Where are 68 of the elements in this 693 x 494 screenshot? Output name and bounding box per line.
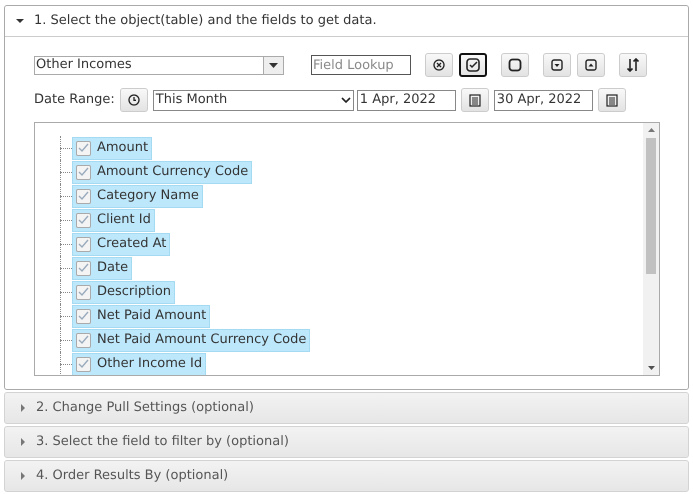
field-item[interactable]: Category Name	[72, 184, 203, 208]
field-checkbox[interactable]	[76, 332, 91, 348]
field-item[interactable]: Amount	[72, 136, 152, 160]
scroll-down-icon	[648, 366, 654, 370]
section-header[interactable]: 2. Change Pull Settings (optional)	[4, 392, 689, 424]
chevron-down-icon	[340, 97, 351, 103]
scroll-up-icon	[648, 128, 654, 132]
field-checkbox[interactable]	[76, 356, 91, 372]
field-checkbox[interactable]	[76, 236, 91, 252]
check-icon	[78, 359, 89, 369]
collapse-button[interactable]	[577, 53, 605, 77]
check-icon	[78, 191, 89, 201]
check-icon	[78, 239, 89, 249]
field-item[interactable]: Date	[72, 256, 132, 280]
caret-right-icon	[21, 438, 26, 446]
from-date-field[interactable]: 1 Apr, 2022	[356, 90, 456, 110]
field-item[interactable]: Amount Currency Code	[72, 160, 252, 184]
check-icon	[78, 311, 89, 321]
clock-icon	[128, 94, 140, 106]
square-icon	[508, 58, 522, 72]
deselect-all-button[interactable]	[501, 53, 529, 77]
section-header[interactable]: 3. Select the field to filter by (optional)	[4, 426, 689, 458]
sort-icon	[626, 58, 640, 72]
calendar-icon	[468, 94, 481, 106]
date-preset-select[interactable]: This Month	[152, 90, 354, 110]
check-icon	[78, 143, 89, 153]
object-select[interactable]: Other Incomes	[34, 56, 284, 74]
caret-down-icon	[269, 62, 278, 68]
calendar-icon	[606, 94, 618, 106]
to-calendar-button[interactable]	[598, 88, 626, 112]
expand-button[interactable]	[543, 53, 571, 77]
field-checkbox[interactable]	[76, 260, 91, 276]
check-icon	[78, 287, 89, 297]
field-checkbox[interactable]	[76, 308, 91, 324]
caret-down-icon	[16, 17, 24, 25]
select-all-button[interactable]	[459, 53, 487, 77]
field-item[interactable]: Client Id	[72, 208, 155, 232]
check-icon	[78, 167, 89, 177]
caret-down-icon	[551, 59, 563, 71]
field-checkbox[interactable]	[76, 212, 91, 228]
field-checkbox[interactable]	[76, 284, 91, 300]
check-icon	[78, 215, 89, 225]
field-checkbox[interactable]	[76, 164, 91, 180]
date-range-label: Date Range:	[34, 91, 115, 110]
section-header[interactable]: 1. Select the object(table) and the fields to get data.	[5, 6, 688, 37]
sort-button[interactable]	[619, 53, 647, 77]
field-item[interactable]: Description	[72, 280, 176, 304]
field-item[interactable]: Net Paid Amount	[72, 304, 210, 328]
field-item[interactable]: Net Paid Amount Currency Code	[72, 328, 310, 352]
scroll-thumb[interactable]	[646, 138, 656, 274]
caret-up-icon	[585, 59, 597, 71]
clear-icon	[433, 59, 445, 71]
dropdown-button[interactable]	[263, 56, 283, 74]
check-icon	[78, 263, 89, 273]
field-lookup-input[interactable]: Field Lookup	[311, 55, 411, 75]
field-checkbox[interactable]	[76, 188, 91, 204]
field-item[interactable]: Created At	[72, 232, 170, 256]
check-icon	[78, 335, 89, 345]
caret-right-icon	[21, 404, 26, 412]
field-item[interactable]: Other Income Id	[72, 352, 206, 375]
square-check-icon	[466, 58, 480, 72]
clock-button[interactable]	[120, 88, 148, 112]
section-header[interactable]: 4. Order Results By (optional)	[4, 460, 689, 492]
to-date-field[interactable]: 30 Apr, 2022	[494, 90, 593, 110]
field-checkbox[interactable]	[76, 140, 91, 156]
caret-right-icon	[21, 472, 26, 480]
clear-button[interactable]	[425, 53, 453, 77]
from-calendar-button[interactable]	[460, 88, 489, 112]
